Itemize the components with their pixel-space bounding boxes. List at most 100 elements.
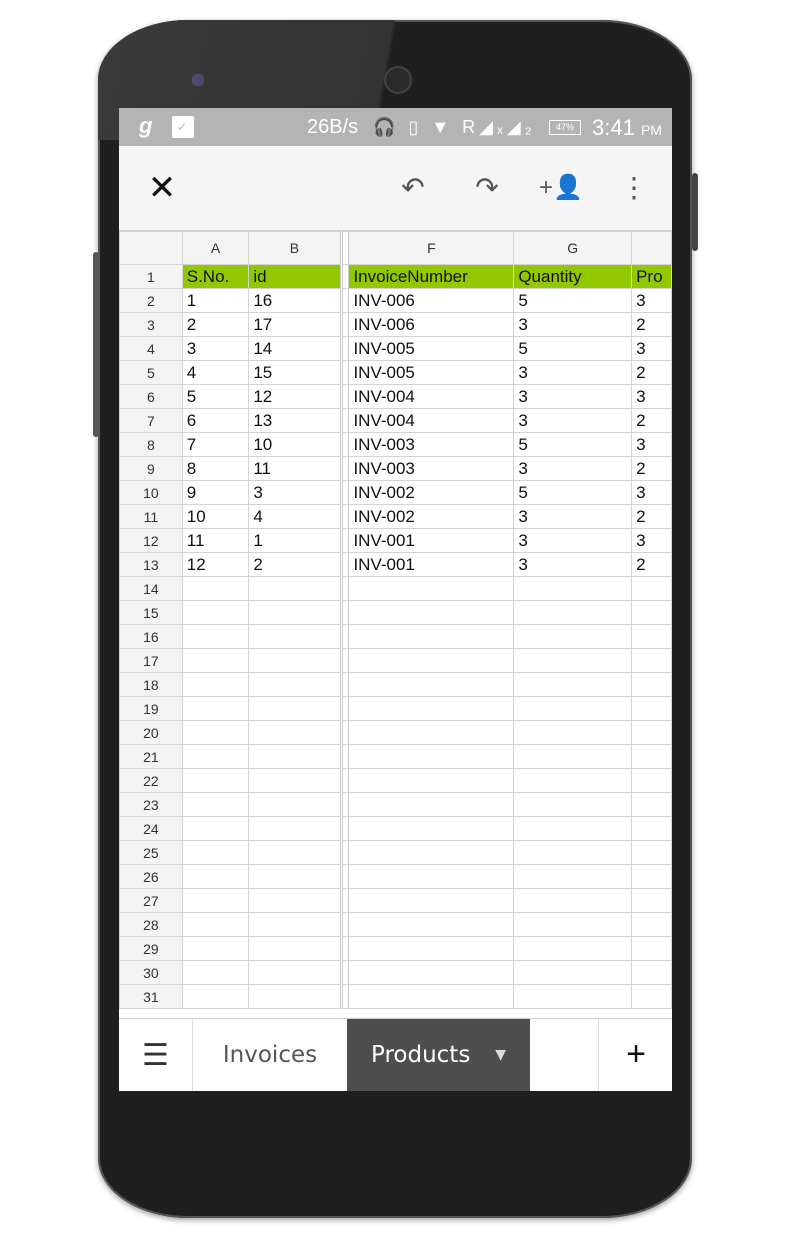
cell[interactable]: 12 — [248, 384, 342, 409]
column-header-a[interactable]: A — [181, 231, 250, 265]
corner-cell[interactable] — [119, 231, 183, 265]
cell[interactable]: 3 — [513, 384, 633, 409]
row-header[interactable]: 26 — [119, 864, 183, 889]
cell[interactable] — [181, 720, 250, 745]
cell[interactable]: 16 — [248, 288, 342, 313]
cell[interactable] — [248, 672, 342, 697]
cell[interactable] — [181, 744, 250, 769]
cell[interactable] — [513, 912, 633, 937]
row-header[interactable]: 24 — [119, 816, 183, 841]
cell[interactable]: 5 — [181, 384, 250, 409]
cell[interactable] — [248, 816, 342, 841]
cell[interactable] — [513, 696, 633, 721]
cell[interactable] — [348, 648, 515, 673]
undo-icon[interactable]: ↶ — [391, 168, 435, 208]
cell[interactable]: 7 — [181, 432, 250, 457]
sheets-menu-icon[interactable]: ☰ — [119, 1019, 193, 1091]
cell[interactable] — [513, 600, 633, 625]
cell[interactable] — [631, 672, 672, 697]
row-header[interactable]: 8 — [119, 432, 183, 457]
cell[interactable]: 3 — [631, 288, 672, 313]
cell[interactable]: 2 — [181, 312, 250, 337]
cell[interactable] — [513, 768, 633, 793]
cell[interactable] — [248, 696, 342, 721]
cell[interactable]: 10 — [248, 432, 342, 457]
cell[interactable]: 1 — [181, 288, 250, 313]
cell[interactable] — [631, 864, 672, 889]
cell[interactable] — [248, 600, 342, 625]
cell[interactable] — [631, 744, 672, 769]
cell[interactable]: 3 — [513, 528, 633, 553]
cell[interactable] — [248, 576, 342, 601]
cell[interactable] — [631, 720, 672, 745]
cell[interactable]: 2 — [631, 312, 672, 337]
cell[interactable] — [631, 960, 672, 985]
cell[interactable]: INV-005 — [348, 360, 515, 385]
cell[interactable] — [348, 864, 515, 889]
row-header[interactable]: 28 — [119, 912, 183, 937]
cell[interactable]: 12 — [181, 552, 250, 577]
cell[interactable]: 5 — [513, 432, 633, 457]
cell[interactable] — [631, 648, 672, 673]
cell[interactable]: 3 — [631, 480, 672, 505]
cell[interactable]: Pro — [631, 264, 672, 289]
cell[interactable]: 2 — [631, 360, 672, 385]
cell[interactable] — [181, 624, 250, 649]
cell[interactable]: S.No. — [181, 264, 250, 289]
dropdown-arrow-icon[interactable]: ▼ — [495, 1019, 506, 1091]
cell[interactable] — [248, 864, 342, 889]
cell[interactable]: 11 — [181, 528, 250, 553]
cell[interactable]: 2 — [631, 408, 672, 433]
cell[interactable] — [348, 816, 515, 841]
row-header[interactable]: 16 — [119, 624, 183, 649]
cell[interactable]: 3 — [631, 432, 672, 457]
cell[interactable]: 3 — [631, 384, 672, 409]
row-header[interactable]: 12 — [119, 528, 183, 553]
cell[interactable] — [513, 864, 633, 889]
cell[interactable]: 3 — [513, 504, 633, 529]
cell[interactable] — [248, 840, 342, 865]
cell[interactable] — [513, 792, 633, 817]
row-header[interactable]: 29 — [119, 936, 183, 961]
cell[interactable] — [348, 960, 515, 985]
cell[interactable] — [348, 840, 515, 865]
redo-icon[interactable]: ↷ — [465, 168, 509, 208]
row-header[interactable]: 15 — [119, 600, 183, 625]
cell[interactable]: Quantity — [513, 264, 633, 289]
cell[interactable] — [181, 984, 250, 1009]
cell[interactable] — [348, 696, 515, 721]
cell[interactable] — [181, 768, 250, 793]
cell[interactable] — [181, 648, 250, 673]
cell[interactable] — [348, 744, 515, 769]
cell[interactable] — [248, 720, 342, 745]
row-header[interactable]: 10 — [119, 480, 183, 505]
cell[interactable]: 3 — [248, 480, 342, 505]
row-header[interactable]: 4 — [119, 336, 183, 361]
row-header[interactable]: 14 — [119, 576, 183, 601]
cell[interactable] — [513, 936, 633, 961]
cell[interactable] — [348, 792, 515, 817]
row-header[interactable]: 17 — [119, 648, 183, 673]
cell[interactable] — [631, 792, 672, 817]
row-header[interactable]: 11 — [119, 504, 183, 529]
row-header[interactable]: 25 — [119, 840, 183, 865]
cell[interactable] — [181, 816, 250, 841]
cell[interactable]: 13 — [248, 408, 342, 433]
cell[interactable] — [181, 696, 250, 721]
frozen-column-divider[interactable] — [339, 231, 350, 265]
cell[interactable]: 11 — [248, 456, 342, 481]
cell[interactable] — [181, 888, 250, 913]
cell[interactable] — [248, 744, 342, 769]
cell[interactable] — [631, 816, 672, 841]
cell[interactable]: 2 — [631, 504, 672, 529]
cell[interactable] — [513, 960, 633, 985]
cell[interactable]: INV-001 — [348, 528, 515, 553]
cell[interactable]: INV-003 — [348, 456, 515, 481]
cell[interactable] — [181, 936, 250, 961]
cell[interactable]: 3 — [631, 336, 672, 361]
cell[interactable] — [348, 600, 515, 625]
cell[interactable]: INV-001 — [348, 552, 515, 577]
cell[interactable] — [181, 912, 250, 937]
cell[interactable] — [631, 912, 672, 937]
cell[interactable]: 3 — [631, 528, 672, 553]
